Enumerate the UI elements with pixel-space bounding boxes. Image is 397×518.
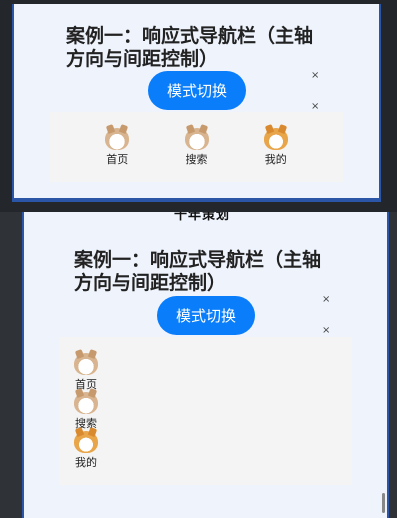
top-screen: 案例一：响应式导航栏（主轴方向与间距控制） 模式切换 × × 首页 搜索 我的 [12,4,381,202]
top-device-frame: 案例一：响应式导航栏（主轴方向与间距控制） 模式切换 × × 首页 搜索 我的 [0,0,397,212]
dog-icon [184,127,209,150]
close-icon[interactable]: × [322,325,330,336]
nav-item-search[interactable]: 搜索 [74,392,98,431]
bottom-device-frame: 十年策划 案例一：响应式导航栏（主轴方向与间距控制） 模式切换 × × 首页 搜… [0,212,397,518]
nav-item-label: 首页 [106,152,129,166]
nav-item-home[interactable]: 首页 [74,353,98,392]
dog-icon [74,353,98,375]
mode-switch-button[interactable]: 模式切换 [148,71,246,110]
dog-orange-icon [263,127,288,150]
nav-item-label: 我的 [75,456,97,469]
page-title: 案例一：响应式导航栏（主轴方向与间距控制） [66,25,314,70]
dog-icon [105,127,130,150]
nav-bar: 首页 搜索 我的 [50,112,343,182]
nav-item-label: 搜索 [185,152,208,166]
nav-bar: 首页 搜索 我的 [59,337,352,485]
mode-switch-button[interactable]: 模式切换 [157,296,255,335]
page-title: 案例一：响应式导航栏（主轴方向与间距控制） [74,249,322,294]
dog-icon [74,392,98,414]
nav-item-mine[interactable]: 我的 [263,127,288,167]
nav-item-label: 我的 [264,152,287,166]
overlap-text: 十年策划 [174,212,231,223]
close-icon[interactable]: × [311,70,319,81]
scrollbar[interactable] [382,493,385,513]
dog-orange-icon [74,431,98,453]
bottom-screen: 十年策划 案例一：响应式导航栏（主轴方向与间距控制） 模式切换 × × 首页 搜… [22,212,389,518]
close-icon[interactable]: × [311,101,319,112]
nav-item-mine[interactable]: 我的 [74,431,98,470]
close-icon[interactable]: × [322,294,330,305]
nav-item-search[interactable]: 搜索 [184,127,209,167]
nav-item-home[interactable]: 首页 [105,127,130,167]
